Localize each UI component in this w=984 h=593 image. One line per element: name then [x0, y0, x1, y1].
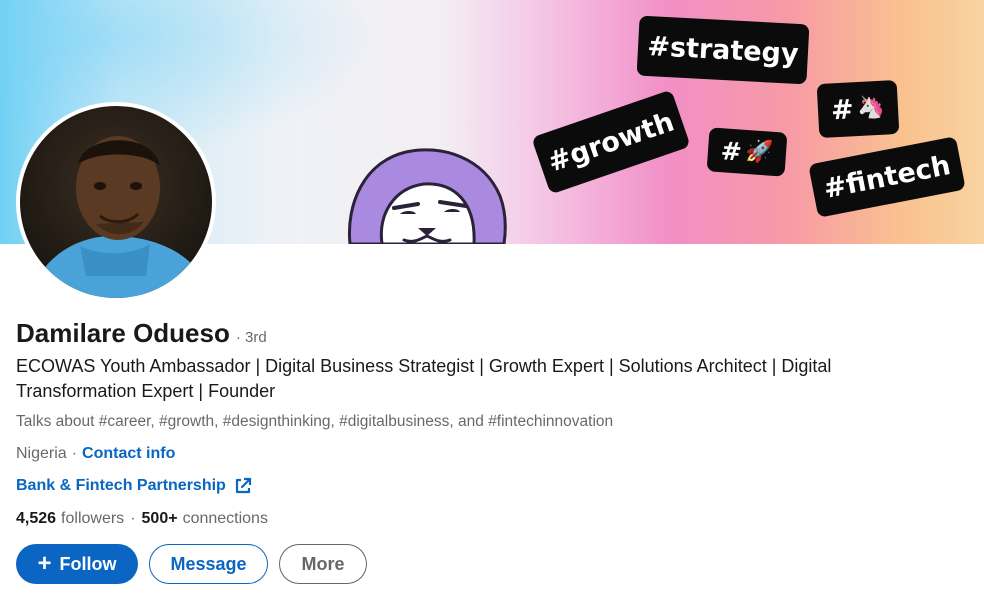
hashtag-rocket-sticker: # 🚀 — [706, 127, 788, 177]
hashtag-strategy-sticker: #strategy — [636, 15, 810, 85]
contact-info-link[interactable]: Contact info — [82, 445, 175, 463]
connections-label: connections — [182, 510, 268, 527]
location-line: Nigeria · Contact info — [16, 445, 175, 463]
separator-dot: · — [130, 510, 136, 527]
plus-icon: + — [37, 550, 52, 577]
network-stats: 4,526 followers · 500+ connections — [16, 510, 268, 528]
connections-count: 500+ — [141, 510, 178, 527]
follow-button[interactable]: + Follow — [16, 544, 138, 584]
sticker-text: # — [719, 135, 743, 167]
profile-name-line: Damilare Odueso · 3rd — [16, 318, 267, 349]
sticker-text: #strategy — [646, 30, 800, 70]
external-link-icon[interactable] — [234, 477, 252, 495]
connection-degree: · 3rd — [235, 329, 267, 346]
profile-location: Nigeria — [16, 445, 67, 462]
separator-dot: · — [71, 445, 78, 462]
profile-name: Damilare Odueso — [16, 318, 230, 348]
follow-button-label: Follow — [59, 553, 117, 574]
followers-count: 4,526 — [16, 510, 57, 527]
external-link-line: Bank & Fintech Partnership — [16, 477, 252, 495]
unicorn-icon: 🦄 — [856, 94, 886, 122]
profile-actions: + Follow Message More — [16, 544, 367, 584]
sticker-text: # — [830, 93, 855, 126]
lion-mascot-icon — [347, 148, 507, 244]
message-button[interactable]: Message — [149, 544, 268, 584]
hashtag-unicorn-sticker: # 🦄 — [816, 79, 900, 139]
profile-headline: ECOWAS Youth Ambassador | Digital Busine… — [16, 356, 832, 401]
external-website-link[interactable]: Bank & Fintech Partnership — [16, 477, 226, 495]
profile-avatar-image — [20, 106, 212, 298]
more-button[interactable]: More — [279, 544, 367, 584]
followers-label: followers — [61, 510, 125, 527]
talks-about: Talks about #career, #growth, #designthi… — [16, 413, 614, 430]
profile-photo[interactable] — [16, 102, 216, 302]
rocket-icon: 🚀 — [744, 138, 775, 166]
